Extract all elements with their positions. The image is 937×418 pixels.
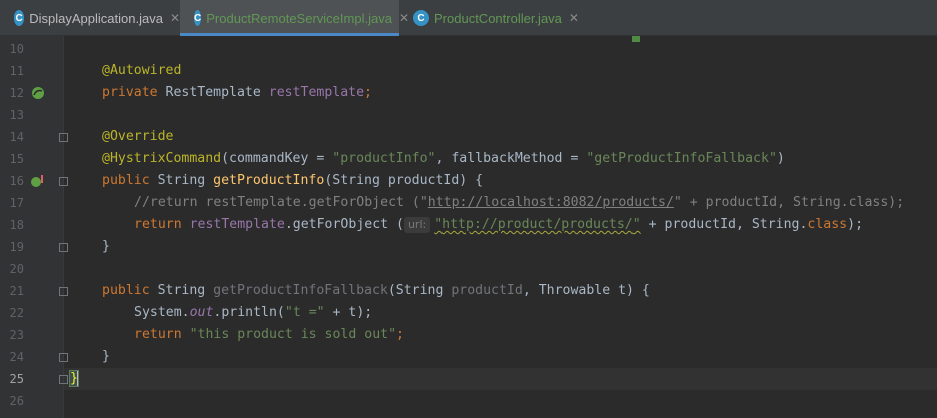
line-number: 19 bbox=[9, 240, 24, 254]
code-text: } bbox=[102, 239, 110, 254]
tab-product-remote-service-impl[interactable]: C ProductRemoteServiceImpl.java ✕ bbox=[180, 0, 409, 36]
code-line: 19 } bbox=[0, 236, 937, 258]
tab-display-application[interactable]: C DisplayApplication.java ✕ bbox=[0, 0, 180, 36]
code-text: public String getProductInfoFallback(Str… bbox=[102, 283, 650, 298]
code-line: 13 bbox=[0, 104, 937, 126]
line-number: 20 bbox=[9, 262, 24, 276]
line-number: 17 bbox=[9, 196, 24, 210]
code-line: 25 } bbox=[0, 368, 937, 390]
code-text: private RestTemplate restTemplate; bbox=[102, 85, 372, 100]
tab-label: ProductRemoteServiceImpl.java bbox=[206, 10, 392, 26]
code-text: @HystrixCommand(commandKey = "productInf… bbox=[102, 151, 785, 166]
parameter-hint: url: bbox=[403, 217, 431, 233]
fold-marker-icon[interactable] bbox=[59, 353, 68, 362]
spring-boot-app-icon: C bbox=[14, 10, 25, 26]
line-number: 13 bbox=[9, 108, 24, 122]
line-number: 24 bbox=[9, 350, 24, 364]
fold-marker-icon[interactable] bbox=[59, 287, 68, 296]
autowired-bean-icon[interactable] bbox=[31, 86, 45, 100]
code-text: } bbox=[69, 368, 79, 390]
fold-marker-icon[interactable] bbox=[59, 133, 68, 142]
code-line: 16 public String getProductInfo(String p… bbox=[0, 170, 937, 192]
fold-marker-icon[interactable] bbox=[59, 375, 68, 384]
line-number: 10 bbox=[9, 42, 24, 56]
line-number: 15 bbox=[9, 152, 24, 166]
code-text: public String getProductInfo(String prod… bbox=[102, 173, 484, 188]
code-line: 22 System.out.println("t =" + t); bbox=[0, 302, 937, 324]
inspection-ok-icon[interactable] bbox=[632, 36, 640, 42]
code-text: System.out.println("t =" + t); bbox=[134, 305, 373, 320]
code-line: 24 } bbox=[0, 346, 937, 368]
tab-label: DisplayApplication.java bbox=[29, 10, 163, 26]
code-line: 18 return restTemplate.getForObject (url… bbox=[0, 214, 937, 236]
line-number: 22 bbox=[9, 306, 24, 320]
tab-label: ProductController.java bbox=[434, 10, 562, 26]
line-number: 18 bbox=[9, 218, 24, 232]
code-line: 20 bbox=[0, 258, 937, 280]
code-line: 21 public String getProductInfoFallback(… bbox=[0, 280, 937, 302]
implements-method-icon[interactable] bbox=[30, 174, 44, 188]
close-icon[interactable]: ✕ bbox=[170, 11, 180, 25]
line-number: 16 bbox=[9, 174, 24, 188]
code-line: 11 @Autowired bbox=[0, 60, 937, 82]
code-line: 17 //return restTemplate.getForObject ("… bbox=[0, 192, 937, 214]
line-number: 12 bbox=[9, 86, 24, 100]
line-number: 11 bbox=[9, 64, 24, 78]
code-text: } bbox=[102, 349, 110, 364]
code-line: 12 private RestTemplate restTemplate; bbox=[0, 82, 937, 104]
fold-marker-icon[interactable] bbox=[59, 243, 68, 252]
text-caret bbox=[76, 370, 79, 386]
line-number: 14 bbox=[9, 130, 24, 144]
line-number: 21 bbox=[9, 284, 24, 298]
code-line: 14 @Override bbox=[0, 126, 937, 148]
line-number: 26 bbox=[9, 394, 24, 408]
code-text: return restTemplate.getForObject (url: "h… bbox=[134, 217, 864, 233]
close-icon[interactable]: ✕ bbox=[569, 11, 579, 25]
code-text: return "this product is sold out"; bbox=[134, 327, 404, 342]
code-text: @Autowired bbox=[102, 63, 182, 78]
fold-marker-icon[interactable] bbox=[59, 177, 68, 186]
code-line: 15 @HystrixCommand(commandKey = "product… bbox=[0, 148, 937, 170]
code-line: 23 return "this product is sold out"; bbox=[0, 324, 937, 346]
code-text: @Override bbox=[102, 129, 174, 144]
line-number: 23 bbox=[9, 328, 24, 342]
class-icon: C bbox=[194, 10, 202, 26]
code-line: 10 bbox=[0, 38, 937, 60]
code-text: //return restTemplate.getForObject ("htt… bbox=[134, 195, 905, 210]
line-number: 25 bbox=[9, 372, 24, 386]
editor-tab-bar: C DisplayApplication.java ✕ C ProductRem… bbox=[0, 0, 937, 36]
class-icon: C bbox=[413, 10, 429, 26]
code-line: 26 bbox=[0, 390, 937, 412]
tab-product-controller[interactable]: C ProductController.java ✕ bbox=[399, 0, 579, 36]
